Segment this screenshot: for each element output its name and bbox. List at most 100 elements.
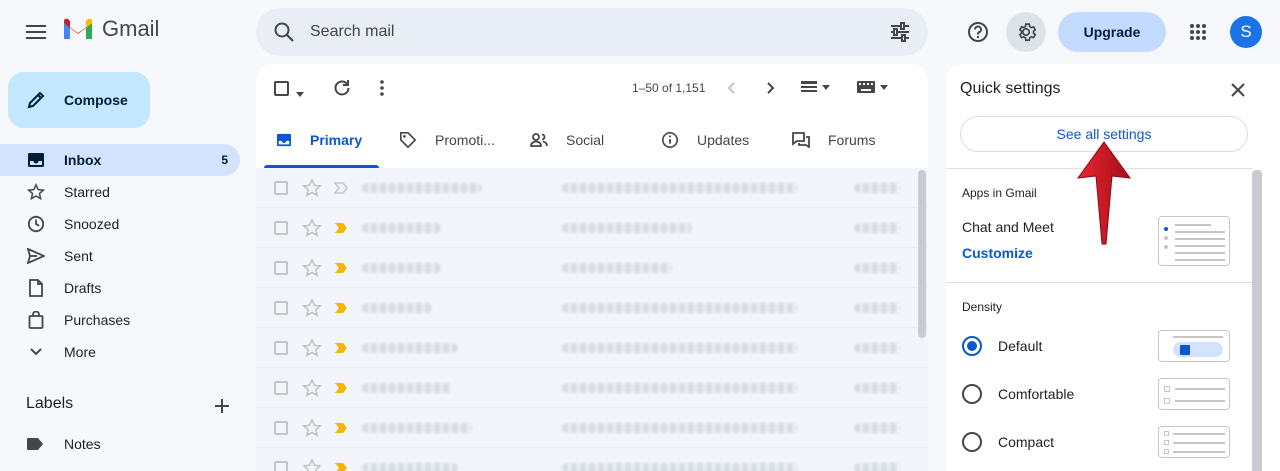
label-item-notes[interactable]: Notes xyxy=(26,432,101,456)
sidebar-item-sent[interactable]: Sent xyxy=(0,240,240,272)
email-row[interactable] xyxy=(256,208,928,248)
gmail-logo[interactable]: Gmail xyxy=(62,16,159,42)
compose-label: Compose xyxy=(64,92,128,108)
importance-marker-icon[interactable] xyxy=(334,301,348,319)
red-arrow-annotation-icon xyxy=(1076,141,1132,245)
date-redacted xyxy=(854,343,900,353)
inbox-unread-count: 5 xyxy=(221,153,228,167)
importance-marker-icon[interactable] xyxy=(334,341,348,359)
sidebar-item-drafts[interactable]: Drafts xyxy=(0,272,240,304)
main-menu-button[interactable] xyxy=(20,16,52,48)
tab-primary[interactable]: Primary xyxy=(256,112,379,168)
search-input[interactable] xyxy=(310,20,870,44)
email-row[interactable] xyxy=(256,448,928,471)
search-bar[interactable] xyxy=(256,8,928,56)
density-comfortable-thumbnail xyxy=(1158,378,1230,410)
apps-grid-icon xyxy=(1190,24,1206,40)
inbox-icon xyxy=(276,133,292,147)
email-row[interactable] xyxy=(256,408,928,448)
row-checkbox[interactable] xyxy=(274,461,288,471)
email-row[interactable] xyxy=(256,248,928,288)
subject-redacted xyxy=(562,463,798,471)
more-options-icon[interactable] xyxy=(372,78,392,103)
star-icon[interactable] xyxy=(301,338,323,363)
refresh-icon[interactable] xyxy=(332,78,352,103)
star-icon[interactable] xyxy=(301,218,323,243)
close-icon[interactable] xyxy=(1228,80,1248,100)
subject-redacted xyxy=(562,343,798,353)
select-options-caret-icon[interactable] xyxy=(296,84,304,102)
chevron-down-icon xyxy=(26,342,46,362)
search-options-icon[interactable] xyxy=(888,20,912,49)
star-icon[interactable] xyxy=(301,378,323,403)
row-checkbox[interactable] xyxy=(274,421,288,435)
density-compact-radio[interactable] xyxy=(962,432,982,452)
star-icon[interactable] xyxy=(301,458,323,471)
tab-label: Forums xyxy=(828,132,876,148)
tab-updates[interactable]: Updates xyxy=(641,112,772,168)
sidebar-item-label: Purchases xyxy=(64,312,131,328)
customize-link[interactable]: Customize xyxy=(962,245,1033,261)
subject-redacted xyxy=(562,263,672,273)
upgrade-button[interactable]: Upgrade xyxy=(1058,12,1166,52)
row-checkbox[interactable] xyxy=(274,381,288,395)
tab-forums[interactable]: Forums xyxy=(772,112,903,168)
star-icon[interactable] xyxy=(301,178,323,203)
sidebar-item-starred[interactable]: Starred xyxy=(0,176,240,208)
importance-marker-icon[interactable] xyxy=(334,421,348,439)
chevron-left-icon[interactable] xyxy=(722,78,742,103)
row-checkbox[interactable] xyxy=(274,261,288,275)
date-redacted xyxy=(854,383,900,393)
importance-marker-icon[interactable] xyxy=(334,381,348,399)
importance-marker-icon[interactable] xyxy=(334,221,348,239)
compose-button[interactable]: Compose xyxy=(8,72,150,128)
sidebar-item-inbox[interactable]: Inbox 5 xyxy=(0,144,240,176)
row-checkbox[interactable] xyxy=(274,301,288,315)
row-checkbox[interactable] xyxy=(274,221,288,235)
label-icon xyxy=(26,437,46,451)
settings-button[interactable] xyxy=(1006,12,1046,52)
sender-redacted xyxy=(362,183,482,193)
search-icon[interactable] xyxy=(272,20,296,49)
tab-social[interactable]: Social xyxy=(510,112,641,168)
subject-redacted xyxy=(562,303,798,313)
sidebar-item-label: More xyxy=(64,344,96,360)
account-avatar[interactable]: S xyxy=(1230,16,1262,48)
density-default-radio[interactable] xyxy=(962,336,982,356)
sidebar-item-more[interactable]: More xyxy=(0,336,240,368)
quick-settings-scrollbar[interactable] xyxy=(1252,170,1262,471)
density-comfortable-radio[interactable] xyxy=(962,384,982,404)
date-redacted xyxy=(854,263,900,273)
row-checkbox[interactable] xyxy=(274,341,288,355)
importance-marker-icon[interactable] xyxy=(334,261,348,279)
email-row[interactable] xyxy=(256,368,928,408)
create-label-button[interactable] xyxy=(212,396,232,416)
star-icon[interactable] xyxy=(301,298,323,323)
split-pane-toggle[interactable] xyxy=(800,80,830,94)
chat-meet-label: Chat and Meet xyxy=(962,219,1054,235)
category-tabs: Primary Promoti... Social Updates Forums xyxy=(256,112,928,168)
people-icon xyxy=(530,132,548,148)
tab-promotions[interactable]: Promoti... xyxy=(379,112,510,168)
email-row[interactable] xyxy=(256,288,928,328)
sidebar-item-snoozed[interactable]: Snoozed xyxy=(0,208,240,240)
select-all-checkbox[interactable] xyxy=(274,81,289,96)
row-checkbox[interactable] xyxy=(274,181,288,195)
density-default-thumbnail xyxy=(1158,330,1230,362)
help-button[interactable] xyxy=(958,12,998,52)
caret-down-icon xyxy=(822,84,830,90)
star-icon[interactable] xyxy=(301,418,323,443)
star-icon xyxy=(26,182,46,202)
importance-marker-icon[interactable] xyxy=(333,181,348,199)
email-row[interactable] xyxy=(256,168,928,208)
sidebar-item-label: Inbox xyxy=(64,152,102,168)
keyboard-icon xyxy=(857,81,875,93)
email-list-scrollbar[interactable] xyxy=(918,170,926,338)
sidebar-item-purchases[interactable]: Purchases xyxy=(0,304,240,336)
importance-marker-icon[interactable] xyxy=(334,461,348,471)
email-row[interactable] xyxy=(256,328,928,368)
chevron-right-icon[interactable] xyxy=(760,78,780,103)
input-tools-toggle[interactable] xyxy=(856,80,888,94)
google-apps-button[interactable] xyxy=(1178,12,1218,52)
star-icon[interactable] xyxy=(301,258,323,283)
